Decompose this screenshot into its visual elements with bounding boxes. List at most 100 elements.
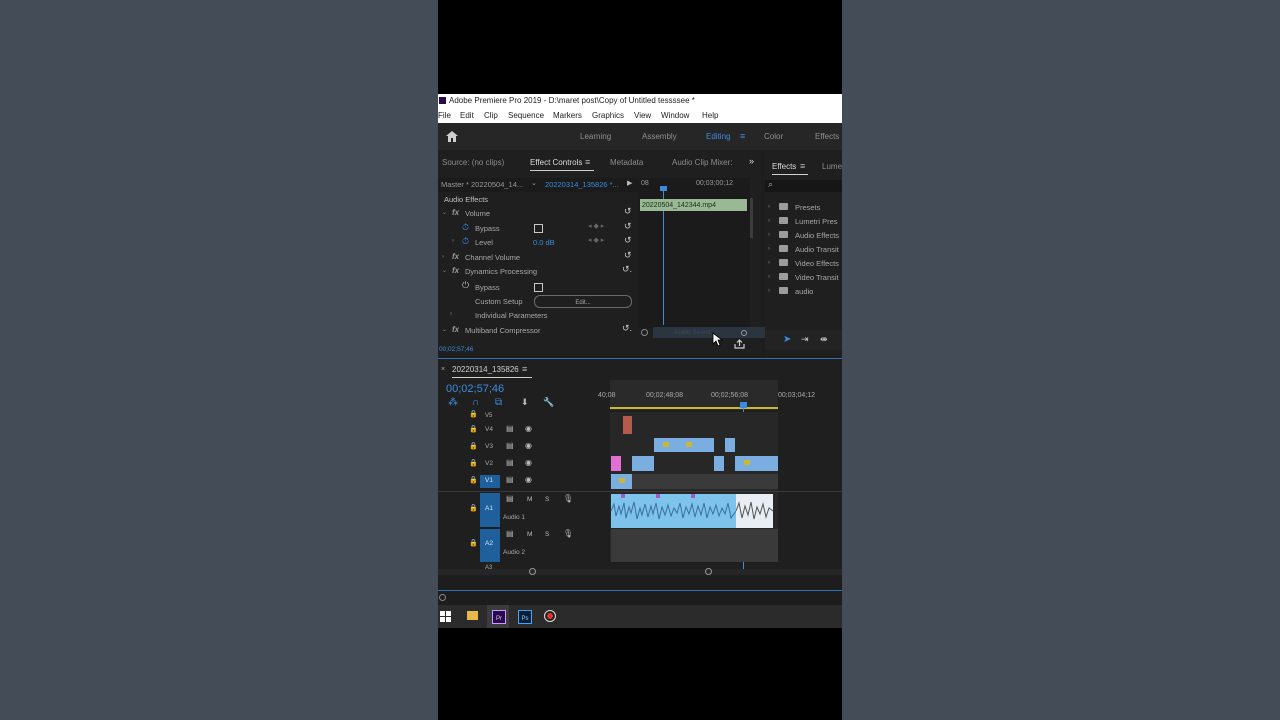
- reset-channel-volume-icon[interactable]: ↺: [624, 251, 632, 260]
- eye-icon[interactable]: ◉: [525, 425, 532, 433]
- lock-icon[interactable]: 🔒: [469, 411, 478, 418]
- zoom-handle-icon[interactable]: [641, 329, 648, 336]
- fx-channel-volume-icon[interactable]: fx: [452, 253, 459, 261]
- keyframe-nav-icon[interactable]: ◂ ◆ ▸: [588, 223, 604, 230]
- magnet-icon[interactable]: ∩: [472, 398, 479, 408]
- effects-menu-icon[interactable]: ≡: [800, 162, 805, 171]
- eye-icon[interactable]: ◉: [525, 476, 532, 484]
- expand-channel-volume-icon[interactable]: ›: [442, 254, 444, 260]
- snap-icon[interactable]: ⁂: [448, 398, 458, 408]
- wrench-icon[interactable]: 🔧: [543, 398, 554, 407]
- clip-v2-a[interactable]: [632, 456, 654, 471]
- mute-button-a2[interactable]: M: [527, 531, 532, 539]
- work-area-bar[interactable]: [610, 407, 778, 409]
- workspace-color[interactable]: Color: [764, 133, 783, 141]
- sequence-clip-label[interactable]: 20220314_135826 *...: [545, 181, 619, 189]
- scrollbar[interactable]: [750, 198, 753, 238]
- fx-dynamics-icon[interactable]: fx: [452, 267, 459, 275]
- master-clip-label[interactable]: Master * 20220504_14...: [441, 181, 523, 189]
- file-explorer-icon[interactable]: [467, 611, 478, 620]
- effects-item-presets[interactable]: Presets: [795, 204, 820, 212]
- windows-start-icon[interactable]: [440, 611, 451, 622]
- workspace-learning[interactable]: Learning: [580, 133, 611, 141]
- collapse-dynamics-icon[interactable]: ⌄: [442, 268, 447, 274]
- timeline-timecode[interactable]: 00;02;57;46: [446, 384, 504, 395]
- expand-video-transitions-icon[interactable]: ›: [768, 274, 770, 280]
- expand-level-icon[interactable]: ›: [452, 238, 454, 244]
- lock-icon[interactable]: 🔒: [469, 443, 478, 450]
- effects-item-audio-effects[interactable]: Audio Effects: [795, 232, 839, 240]
- reset-level-icon[interactable]: ↺: [624, 236, 632, 245]
- tab-effect-controls[interactable]: Effect Controls: [530, 159, 582, 167]
- lock-icon[interactable]: 🔒: [469, 477, 478, 484]
- clip-v4[interactable]: [623, 416, 632, 434]
- menu-help[interactable]: Help: [702, 112, 718, 120]
- bypass-toggle-icon[interactable]: ⏻: [462, 281, 469, 290]
- scroll-handle-left-icon[interactable]: [529, 568, 536, 575]
- microphone-icon[interactable]: 🎙: [563, 530, 573, 538]
- lock-icon[interactable]: 🔒: [469, 426, 478, 433]
- expand-audio-bin-icon[interactable]: ›: [768, 288, 770, 294]
- bypass2-checkbox[interactable]: [534, 283, 543, 292]
- level-value[interactable]: 0.0 dB: [533, 239, 555, 247]
- premiere-app-icon[interactable]: Pr: [492, 610, 506, 624]
- reset-dynamics-icon[interactable]: ↺.: [622, 265, 632, 274]
- solo-button-a2[interactable]: S: [545, 531, 549, 539]
- insert-icon[interactable]: ⇥: [801, 335, 809, 344]
- film-icon[interactable]: ▤: [506, 476, 514, 484]
- clip-v2-c[interactable]: [735, 456, 778, 471]
- keyframe-nav-level-icon[interactable]: ◂ ◆ ▸: [588, 237, 604, 244]
- expand-audio-transitions-icon[interactable]: ›: [768, 246, 770, 252]
- play-icon[interactable]: ▶: [627, 180, 632, 187]
- bypass-checkbox[interactable]: [534, 224, 543, 233]
- tab-lumetri[interactable]: Lume: [822, 163, 842, 171]
- expand-presets-icon[interactable]: ›: [768, 204, 770, 210]
- stopwatch-bypass-icon[interactable]: ⏱: [462, 223, 469, 232]
- film-icon[interactable]: ▤: [506, 442, 514, 450]
- stopwatch-level-icon[interactable]: ⏱: [462, 237, 469, 246]
- collapse-volume-icon[interactable]: ⌄: [442, 210, 447, 216]
- menu-graphics[interactable]: Graphics: [592, 112, 624, 120]
- edit-button[interactable]: Edit...: [534, 295, 632, 308]
- mute-button[interactable]: M: [527, 496, 532, 504]
- film-icon[interactable]: ▤: [506, 459, 514, 467]
- clip-v2-pink[interactable]: [611, 456, 621, 471]
- track-label-v3[interactable]: V3: [485, 443, 493, 451]
- reset-bypass-icon[interactable]: ↺: [624, 222, 632, 231]
- more-tabs-icon[interactable]: »: [749, 157, 754, 166]
- fx-multiband-icon[interactable]: fx: [452, 326, 459, 334]
- eye-icon[interactable]: ◉: [525, 459, 532, 467]
- close-tab-icon[interactable]: ×: [441, 366, 445, 373]
- overwrite-icon[interactable]: ⇼: [820, 335, 828, 344]
- tab-source[interactable]: Source: (no clips): [442, 159, 504, 167]
- track-label-v5[interactable]: V5: [485, 413, 492, 419]
- workspace-editing[interactable]: Editing: [706, 133, 730, 141]
- eye-icon[interactable]: ◉: [525, 442, 532, 450]
- menu-sequence[interactable]: Sequence: [508, 112, 544, 120]
- effects-item-lumetri-presets[interactable]: Lumetri Pres: [795, 218, 838, 226]
- track-label-v4[interactable]: V4: [485, 426, 493, 434]
- menu-file[interactable]: File: [438, 112, 451, 120]
- effects-item-video-transitions[interactable]: Video Transit: [795, 274, 839, 282]
- film-icon[interactable]: ▤: [506, 530, 514, 538]
- add-marker-icon[interactable]: ⬇: [521, 398, 529, 407]
- clip-v2-b[interactable]: [714, 456, 724, 471]
- expand-lumetri-icon[interactable]: ›: [768, 218, 770, 224]
- chevron-down-icon[interactable]: ⌄: [531, 180, 537, 187]
- effects-item-audio-bin[interactable]: audio: [795, 288, 813, 296]
- timeline-scrollbar[interactable]: [438, 569, 842, 575]
- solo-button[interactable]: S: [545, 496, 549, 504]
- linked-selection-icon[interactable]: ⧉: [495, 398, 502, 408]
- menu-markers[interactable]: Markers: [553, 112, 582, 120]
- zoom-knob-icon[interactable]: [741, 330, 747, 336]
- lock-icon[interactable]: 🔒: [469, 460, 478, 467]
- lock-icon[interactable]: 🔒: [469, 540, 478, 547]
- menu-clip[interactable]: Clip: [484, 112, 498, 120]
- menu-view[interactable]: View: [634, 112, 651, 120]
- search-icon[interactable]: ⌕: [768, 180, 773, 189]
- menu-window[interactable]: Window: [661, 112, 689, 120]
- effects-item-audio-transitions[interactable]: Audio Transit: [795, 246, 839, 254]
- timeline-ruler[interactable]: [610, 380, 778, 410]
- clip-v3-b[interactable]: [725, 438, 735, 452]
- collapse-multiband-icon[interactable]: ⌄: [442, 327, 447, 333]
